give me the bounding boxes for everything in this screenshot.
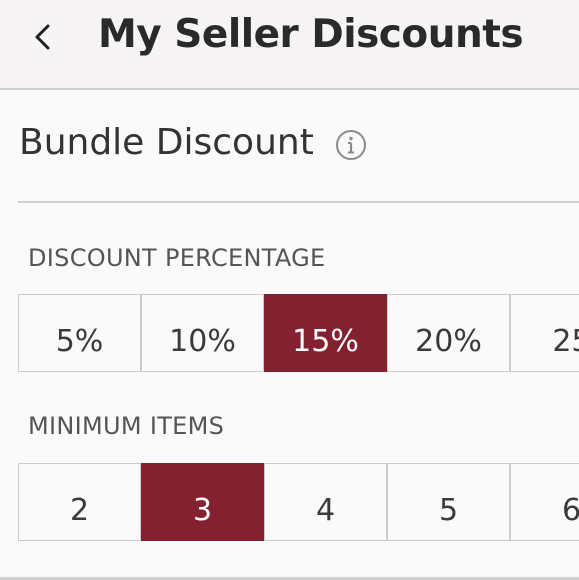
info-icon[interactable] — [335, 129, 367, 161]
items-option-4[interactable]: 4 — [264, 463, 387, 541]
items-option-5[interactable]: 5 — [387, 463, 510, 541]
bundle-discount-title: Bundle Discount — [19, 122, 314, 163]
items-option-6[interactable]: 6 — [510, 463, 579, 541]
minimum-items-selector: 2 3 4 5 6 — [18, 463, 579, 541]
items-option-2[interactable]: 2 — [18, 463, 141, 541]
page-title: My Seller Discounts — [98, 12, 524, 57]
minimum-items-label: MINIMUM ITEMS — [28, 412, 225, 440]
discount-percentage-selector: 5% 10% 15% 20% 25 — [18, 294, 579, 372]
discount-option-20[interactable]: 20% — [387, 294, 510, 372]
discount-option-10[interactable]: 10% — [141, 294, 264, 372]
chevron-left-icon — [35, 24, 50, 50]
items-option-3[interactable]: 3 — [141, 463, 264, 541]
discount-percentage-label: DISCOUNT PERCENTAGE — [28, 244, 326, 272]
discount-option-25[interactable]: 25 — [510, 294, 579, 372]
discount-option-5[interactable]: 5% — [18, 294, 141, 372]
back-button[interactable] — [22, 14, 68, 60]
header-bar: My Seller Discounts — [0, 0, 579, 90]
section-divider — [18, 201, 579, 203]
discount-option-15[interactable]: 15% — [264, 294, 387, 372]
